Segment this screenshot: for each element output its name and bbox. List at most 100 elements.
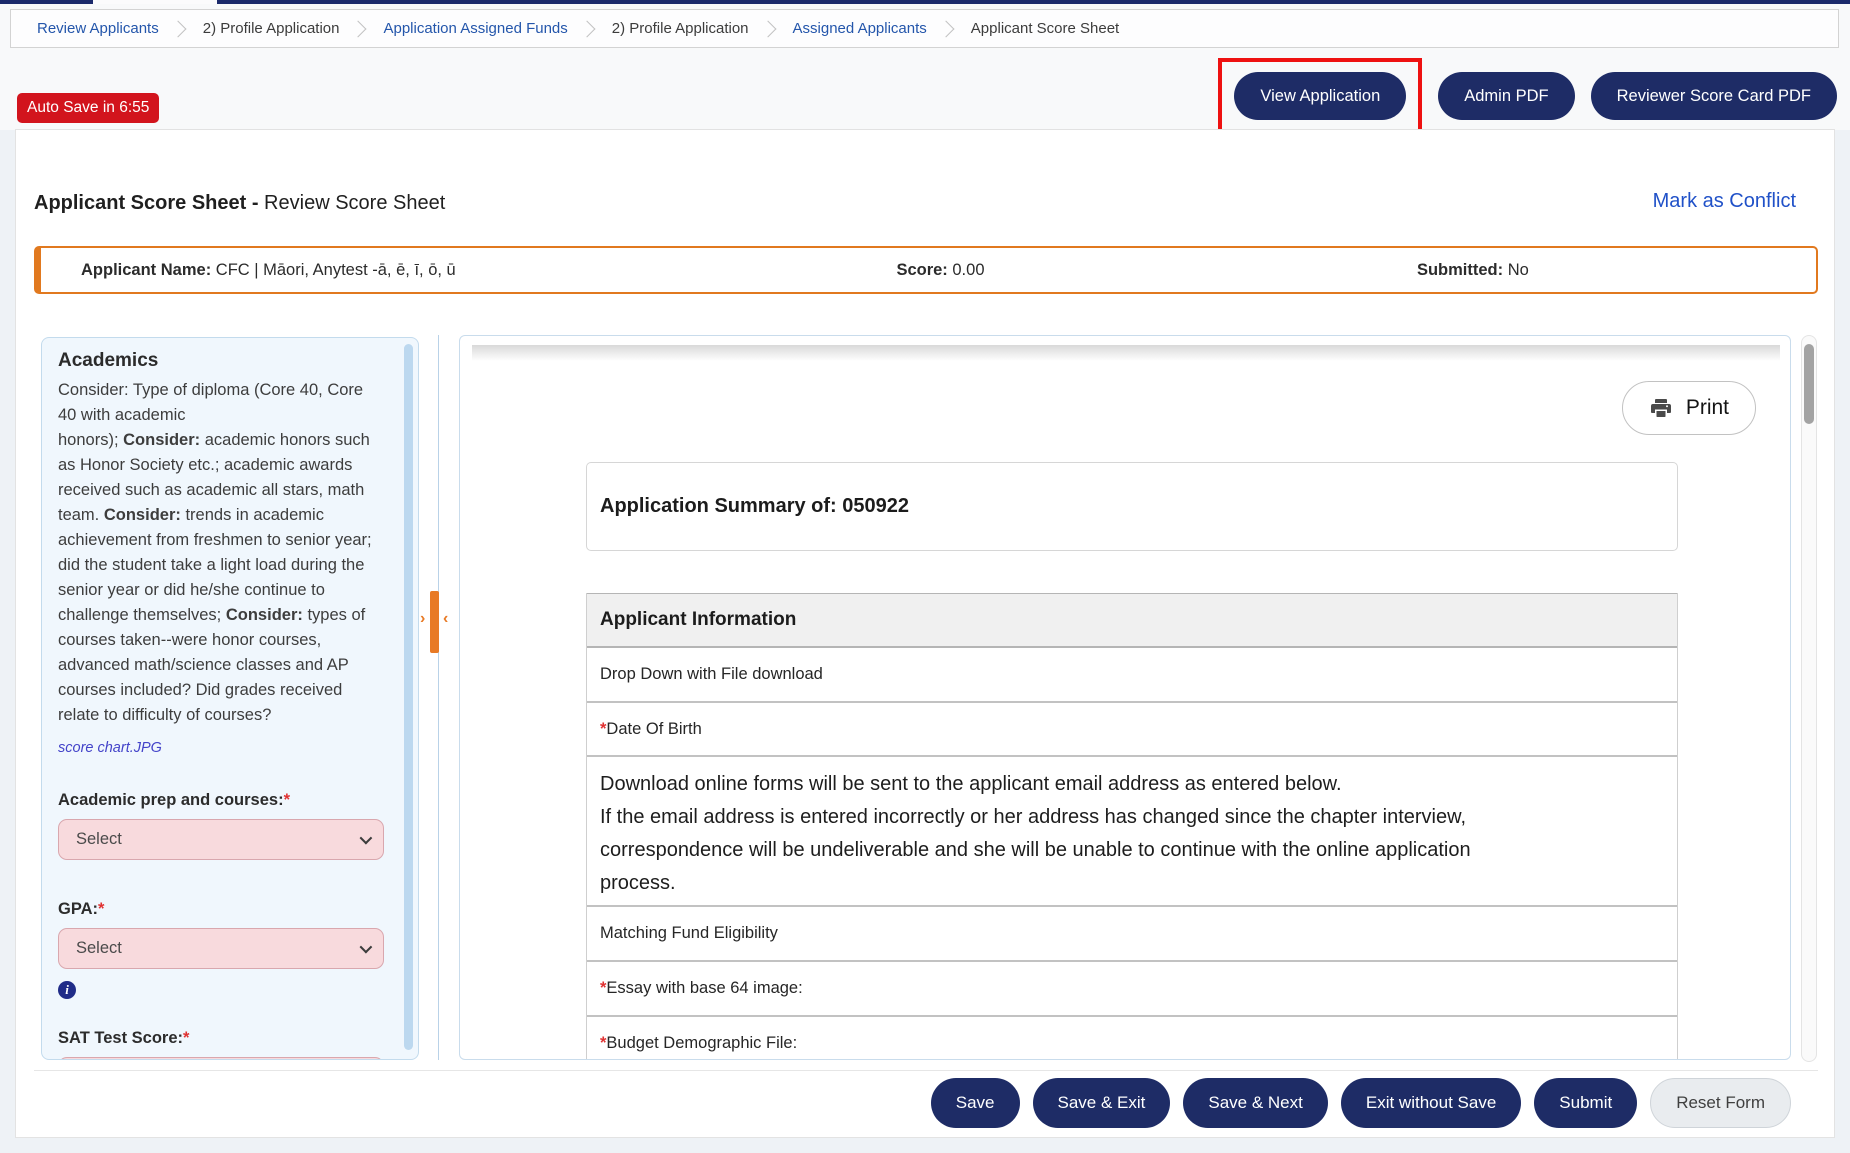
footer-actions: Save Save & Exit Save & Next Exit withou… xyxy=(931,1078,1791,1128)
academics-description: Consider: Type of diploma (Core 40, Core… xyxy=(58,378,382,728)
notice-line: If the email address is entered incorrec… xyxy=(600,806,1466,828)
top-accent-bar-gap xyxy=(93,0,217,4)
save-and-next-button[interactable]: Save & Next xyxy=(1183,1078,1328,1128)
breadcrumb-item-applicant-score-sheet: Applicant Score Sheet xyxy=(971,20,1119,37)
footer-divider xyxy=(34,1070,1818,1071)
chevron-right-icon xyxy=(169,20,186,37)
field-label-text: SAT Test Score: xyxy=(58,1029,183,1047)
academics-panel-scrollbar[interactable] xyxy=(404,344,413,1050)
sat-score-select[interactable]: Select xyxy=(58,1057,384,1060)
applicant-submitted-label: Submitted: xyxy=(1417,261,1503,279)
description-segment: honors); xyxy=(58,431,123,449)
table-row: Matching Fund Eligibility xyxy=(587,907,1677,962)
view-application-highlight-box: View Application xyxy=(1218,58,1422,134)
table-row: *Essay with base 64 image: xyxy=(587,962,1677,1017)
academics-heading: Academics xyxy=(58,350,382,372)
row-text: Matching Fund Eligibility xyxy=(600,924,778,943)
table-header: Applicant Information xyxy=(587,593,1677,648)
header-actions: View Application Admin PDF Reviewer Scor… xyxy=(1218,58,1837,134)
table-row-notice: Download online forms will be sent to th… xyxy=(587,757,1677,907)
applicant-score-label: Score: xyxy=(896,261,947,279)
applicant-name: Applicant Name: CFC | Māori, Anytest -ā,… xyxy=(81,261,896,280)
applicant-score-value: 0.00 xyxy=(948,261,985,279)
breadcrumb-item-assigned-applicants[interactable]: Assigned Applicants xyxy=(793,20,927,37)
table-row: *Date Of Birth xyxy=(587,703,1677,757)
panel-resize-handle[interactable] xyxy=(430,591,439,653)
applicant-submitted-value: No xyxy=(1503,261,1529,279)
applicant-submitted: Submitted: No xyxy=(1417,261,1529,280)
chevron-down-icon xyxy=(360,941,373,954)
save-and-exit-button[interactable]: Save & Exit xyxy=(1033,1078,1171,1128)
select-placeholder: Select xyxy=(76,830,122,849)
breadcrumb: Review Applicants 2) Profile Application… xyxy=(10,9,1839,48)
chevron-right-icon xyxy=(759,20,776,37)
chevron-down-icon xyxy=(360,832,373,845)
applicant-information-table: Applicant Information Drop Down with Fil… xyxy=(586,593,1678,1060)
printer-icon xyxy=(1649,396,1673,420)
table-row: *Budget Demographic File: xyxy=(587,1017,1677,1060)
chevron-left-icon: ‹ xyxy=(443,611,448,627)
document-top-shadow xyxy=(472,345,1780,361)
gpa-select[interactable]: Select xyxy=(58,928,384,969)
academic-prep-select[interactable]: Select xyxy=(58,819,384,860)
applicant-score: Score: 0.00 xyxy=(896,261,1417,280)
summary-scrollbar-thumb[interactable] xyxy=(1804,344,1814,424)
autosave-badge: Auto Save in 6:55 xyxy=(17,93,159,123)
submit-button[interactable]: Submit xyxy=(1534,1078,1637,1128)
description-segment: Consider: xyxy=(226,606,303,624)
application-summary-panel: Print Application Summary of: 050922 App… xyxy=(459,335,1791,1060)
reset-form-button[interactable]: Reset Form xyxy=(1650,1078,1791,1128)
view-application-button[interactable]: View Application xyxy=(1234,72,1406,120)
score-sheet-card: Applicant Score Sheet - Review Score She… xyxy=(15,130,1835,1138)
print-button[interactable]: Print xyxy=(1622,381,1756,435)
application-summary-title: Application Summary of: 050922 xyxy=(600,495,909,518)
description-segment: Consider: Type of diploma (Core 40, Core… xyxy=(58,381,363,424)
academics-panel: Academics Consider: Type of diploma (Cor… xyxy=(41,337,419,1060)
table-row: Drop Down with File download xyxy=(587,648,1677,703)
breadcrumb-item-application-assigned-funds[interactable]: Application Assigned Funds xyxy=(383,20,567,37)
mark-as-conflict-link[interactable]: Mark as Conflict xyxy=(1653,190,1796,213)
exit-without-save-button[interactable]: Exit without Save xyxy=(1341,1078,1521,1128)
description-segment: Consider: xyxy=(123,431,200,449)
reviewer-score-card-pdf-button[interactable]: Reviewer Score Card PDF xyxy=(1591,72,1837,120)
applicant-name-value: CFC | Māori, Anytest -ā, ē, ī, ō, ū xyxy=(211,261,456,279)
notice-line: Download online forms will be sent to th… xyxy=(600,773,1342,795)
chevron-right-icon xyxy=(578,20,595,37)
notice-line: correspondence will be undeliverable and… xyxy=(600,839,1471,861)
applicant-info-bar: Applicant Name: CFC | Māori, Anytest -ā,… xyxy=(34,246,1818,294)
breadcrumb-item-review-applicants[interactable]: Review Applicants xyxy=(37,20,159,37)
row-text: Drop Down with File download xyxy=(600,665,823,684)
save-button[interactable]: Save xyxy=(931,1078,1020,1128)
applicant-name-label: Applicant Name: xyxy=(81,261,211,279)
field-label: Academic prep and courses:* xyxy=(58,791,382,810)
required-asterisk: * xyxy=(98,900,104,918)
admin-pdf-button[interactable]: Admin PDF xyxy=(1438,72,1574,120)
print-label: Print xyxy=(1686,396,1729,420)
field-academic-prep: Academic prep and courses:* Select xyxy=(58,791,382,860)
table-header-label: Applicant Information xyxy=(600,609,796,631)
field-label: SAT Test Score:* xyxy=(58,1029,382,1048)
content-row: Academics Consider: Type of diploma (Cor… xyxy=(34,335,1818,1062)
required-asterisk: * xyxy=(183,1029,189,1047)
row-text: Date Of Birth xyxy=(606,720,701,739)
page-title-main: Applicant Score Sheet - xyxy=(34,192,259,214)
info-icon[interactable]: i xyxy=(58,981,76,999)
breadcrumb-item-profile-application-1: 2) Profile Application xyxy=(203,20,340,37)
field-gpa: GPA:* Select xyxy=(58,900,382,969)
select-placeholder: Select xyxy=(76,939,122,958)
chevron-right-icon xyxy=(350,20,367,37)
breadcrumb-item-profile-application-2: 2) Profile Application xyxy=(612,20,749,37)
field-label-text: GPA: xyxy=(58,900,98,918)
required-asterisk: * xyxy=(284,791,290,809)
score-chart-link[interactable]: score chart.JPG xyxy=(58,740,162,756)
row-text: Budget Demographic File: xyxy=(606,1034,797,1053)
row-text: Essay with base 64 image: xyxy=(606,979,802,998)
summary-scrollbar-track[interactable] xyxy=(1801,335,1817,1062)
top-accent-bar xyxy=(0,0,1850,4)
page-title-sub: Review Score Sheet xyxy=(259,192,446,214)
chevron-right-icon: › xyxy=(420,611,425,627)
field-sat-score: SAT Test Score:* Select xyxy=(58,1029,382,1060)
panel-divider xyxy=(438,335,439,1060)
application-summary-title-box: Application Summary of: 050922 xyxy=(586,462,1678,551)
description-segment: Consider: xyxy=(104,506,181,524)
